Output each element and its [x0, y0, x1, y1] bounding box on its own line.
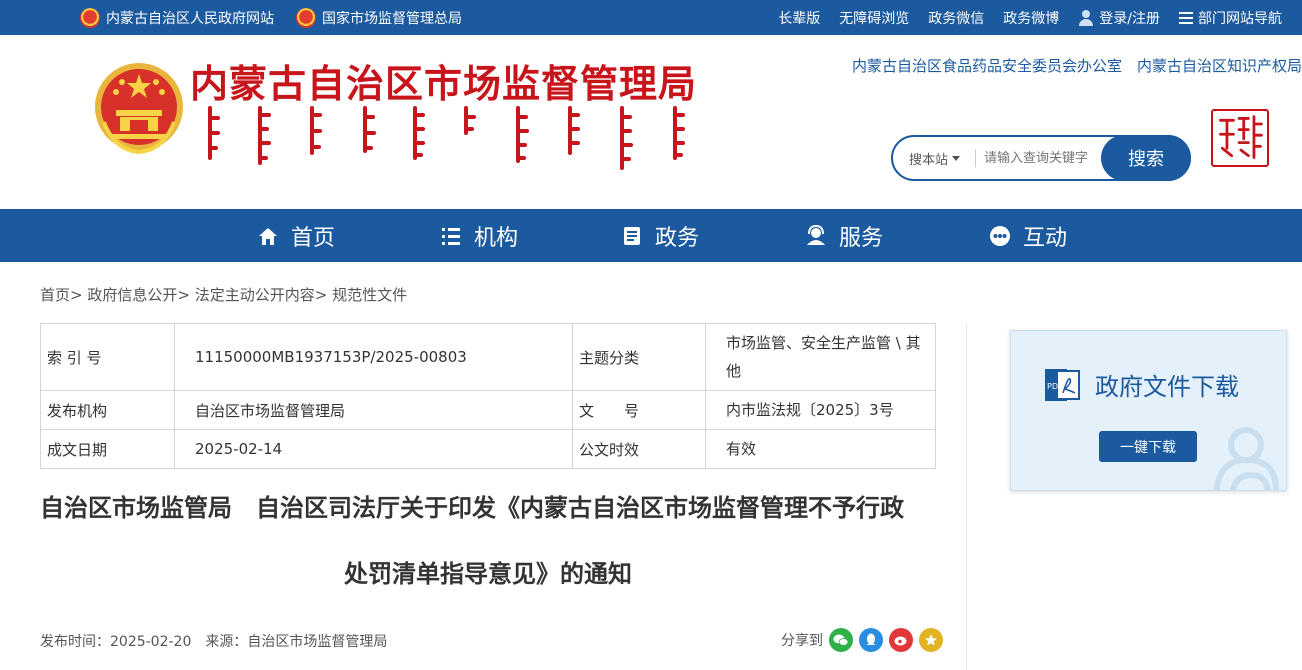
login-label: 登录/注册	[1099, 10, 1160, 27]
nav-label: 政务	[655, 225, 700, 251]
index-number-value: 11150000MB1937153P/2025-00803	[174, 323, 573, 391]
nav-label: 首页	[291, 225, 336, 251]
header-links: 内蒙古自治区食品药品安全委员会办公室 内蒙古自治区知识产权局	[852, 55, 1302, 76]
issuing-agency-label: 发布机构	[40, 390, 175, 430]
nav-item-home[interactable]: 首页	[257, 209, 335, 262]
link-label: 内蒙古自治区人民政府网站	[106, 10, 274, 27]
share-bar: 分享到	[781, 628, 943, 652]
link-samr[interactable]: 国家市场监督管理总局	[296, 7, 462, 28]
share-label: 分享到	[781, 633, 823, 649]
wechat-share-icon[interactable]	[829, 628, 853, 652]
index-number-label: 索 引 号	[40, 323, 175, 391]
validity-label: 公文时效	[572, 429, 706, 469]
national-emblem-icon	[80, 7, 100, 28]
table-row: 索 引 号 11150000MB1937153P/2025-00803 主题分类…	[40, 323, 936, 391]
search-input[interactable]	[976, 150, 1096, 166]
site-header: 内蒙古自治区市场监督管理局 内蒙古自治区食品药品安全委员会办公室 内蒙古自治区知…	[0, 35, 1302, 209]
elder-version-link[interactable]: 长辈版	[778, 8, 820, 28]
written-date-label: 成文日期	[40, 429, 175, 469]
caret-down-icon	[952, 155, 961, 161]
weibo-link[interactable]: 政务微博	[1003, 8, 1059, 28]
document-number-value: 内市监法规〔2025〕3号	[705, 390, 936, 430]
breadcrumb-gov-info[interactable]: 政府信息公开	[87, 286, 177, 304]
topic-category-label: 主题分类	[572, 323, 706, 391]
department-nav-label: 部门网站导航	[1198, 10, 1282, 27]
main-nav: 首页 机构 政务 服务 互动	[0, 209, 1302, 262]
login-register-link[interactable]: 登录/注册	[1078, 8, 1160, 28]
wechat-link[interactable]: 政务微信	[928, 8, 984, 28]
department-nav-link[interactable]: 部门网站导航	[1179, 8, 1282, 28]
article-title: 自治区市场监管局 自治区司法厅关于印发《内蒙古自治区市场监督管理不予行政 处罚清…	[40, 490, 936, 592]
breadcrumb-normative-docs[interactable]: 规范性文件	[332, 286, 407, 304]
table-row: 成文日期 2025-02-14 公文时效 有效	[40, 429, 936, 469]
validity-value: 有效	[705, 429, 936, 469]
breadcrumb-separator: >	[314, 286, 328, 304]
one-click-download-button[interactable]: 一键下载	[1099, 431, 1197, 462]
user-icon	[1078, 9, 1094, 26]
document-info-table: 索 引 号 11150000MB1937153P/2025-00803 主题分类…	[40, 323, 936, 469]
download-panel-title: 政府文件下载	[1095, 373, 1239, 401]
seal-logo	[1211, 109, 1269, 167]
breadcrumb-separator: >	[177, 286, 190, 304]
breadcrumb: 首页> 政府信息公开> 法定主动公开内容> 规范性文件	[40, 284, 407, 305]
content-divider	[966, 323, 967, 670]
national-emblem-logo	[95, 63, 183, 155]
document-download-panel: PDF 政府文件下载 一键下载	[1010, 330, 1287, 491]
top-bar-left-links: 内蒙古自治区人民政府网站 国家市场监督管理总局	[80, 0, 462, 35]
food-drug-safety-link[interactable]: 内蒙古自治区食品药品安全委员会办公室	[852, 55, 1122, 76]
topic-category-value: 市场监管、安全生产监管 \ 其他	[705, 323, 936, 391]
qq-share-icon[interactable]	[859, 628, 883, 652]
site-title: 内蒙古自治区市场监督管理局	[190, 62, 698, 106]
nav-item-interaction[interactable]: 互动	[989, 209, 1067, 262]
article-title-line1: 自治区市场监管局 自治区司法厅关于印发《内蒙古自治区市场监督管理不予行政	[40, 494, 904, 522]
pdf-file-icon: PDF	[1045, 369, 1080, 401]
mongolian-script-logo	[208, 106, 685, 170]
service-icon	[807, 224, 825, 245]
top-bar-right-links: 长辈版 无障碍浏览 政务微信 政务微博 登录/注册 部门网站导航	[778, 0, 1282, 35]
breadcrumb-home[interactable]: 首页	[40, 286, 70, 304]
written-date-value: 2025-02-14	[174, 429, 573, 469]
nav-item-services[interactable]: 服务	[805, 209, 883, 262]
nav-item-government-affairs[interactable]: 政务	[621, 209, 699, 262]
ip-office-link[interactable]: 内蒙古自治区知识产权局	[1137, 55, 1302, 76]
document-number-label: 文 号	[572, 390, 706, 430]
article-title-line2: 处罚清单指导意见》的通知	[344, 560, 632, 588]
breadcrumb-statutory[interactable]: 法定主动公开内容	[195, 286, 315, 304]
document-icon	[624, 226, 640, 245]
weibo-share-icon[interactable]	[889, 628, 913, 652]
svg-text:PDF: PDF	[1047, 382, 1063, 391]
search-scope-dropdown[interactable]: 搜本站	[893, 149, 975, 168]
search-scope-label: 搜本站	[909, 152, 949, 168]
nav-item-organization[interactable]: 机构	[440, 209, 518, 262]
nav-label: 服务	[839, 225, 884, 251]
nav-label: 互动	[1023, 225, 1068, 251]
search-button[interactable]: 搜索	[1101, 135, 1191, 181]
home-icon	[259, 227, 277, 245]
link-inner-mongolia-gov[interactable]: 内蒙古自治区人民政府网站	[80, 7, 274, 28]
top-bar: 内蒙古自治区人民政府网站 国家市场监督管理总局 长辈版 无障碍浏览 政务微信 政…	[0, 0, 1302, 35]
link-label: 国家市场监督管理总局	[322, 10, 462, 27]
nav-label: 机构	[474, 225, 519, 251]
national-emblem-icon	[296, 7, 316, 28]
article-meta: 发布时间：2025-02-20 来源：自治区市场监督管理局	[40, 634, 388, 650]
list-icon	[442, 227, 460, 245]
breadcrumb-separator: >	[70, 286, 83, 304]
decorative-pattern	[1213, 427, 1279, 490]
issuing-agency-value: 自治区市场监督管理局	[174, 390, 573, 430]
menu-icon	[1179, 11, 1193, 24]
accessibility-link[interactable]: 无障碍浏览	[839, 8, 909, 28]
search-box: 搜本站 搜索	[891, 135, 1191, 181]
table-row: 发布机构 自治区市场监督管理局 文 号 内市监法规〔2025〕3号	[40, 390, 936, 430]
favorite-share-icon[interactable]	[919, 628, 943, 652]
chat-icon	[990, 225, 1010, 246]
